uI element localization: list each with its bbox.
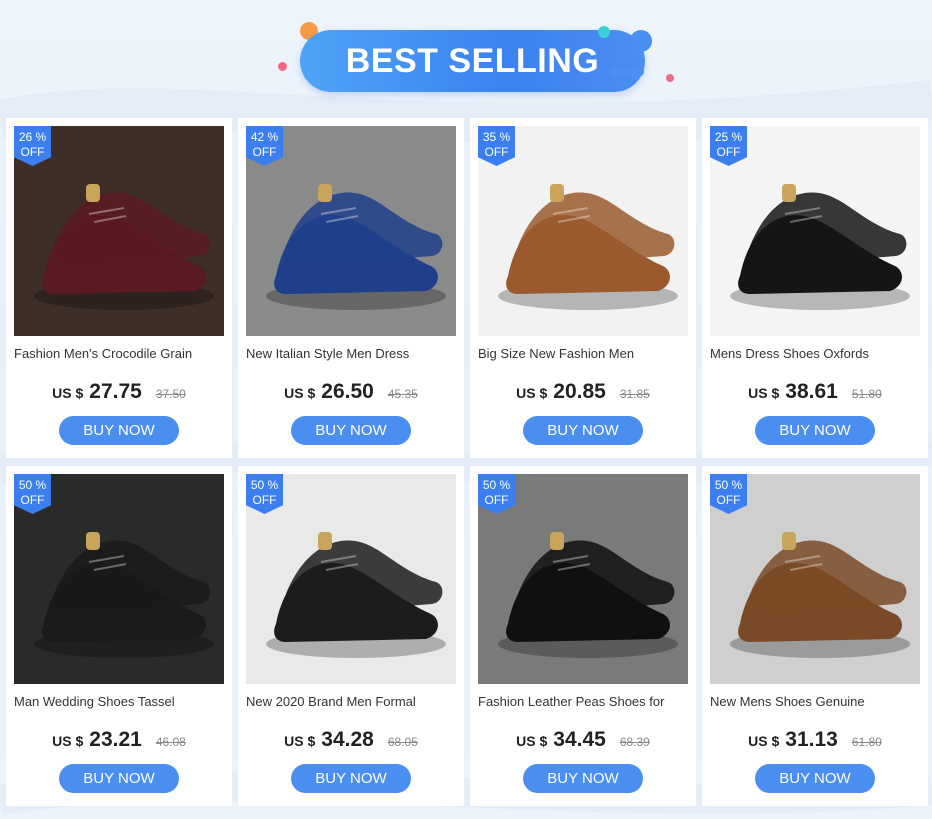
original-price: 31.85 — [619, 387, 650, 401]
discount-percent: 26 % — [18, 130, 47, 144]
discount-off-label: OFF — [716, 493, 741, 507]
original-price: 68.05 — [387, 735, 418, 749]
buy-now-button[interactable]: BUY NOW — [291, 764, 411, 793]
original-price: 37.50 — [155, 387, 186, 401]
price-row: US $ 34.28 68.05 — [246, 728, 456, 754]
buy-now-button[interactable]: BUY NOW — [755, 764, 875, 793]
sale-price: 38.61 — [785, 380, 838, 403]
discount-percent: 35 % — [482, 130, 511, 144]
price-row: US $ 23.21 46.08 — [14, 728, 224, 754]
product-card[interactable]: 25 % OFF Mens Dress Shoes Oxfords US $ 3… — [702, 118, 928, 458]
discount-off-label: OFF — [20, 145, 45, 159]
product-image[interactable]: 50 % OFF — [710, 474, 920, 684]
currency-label: US $ — [516, 385, 548, 401]
discount-off-label: OFF — [20, 493, 45, 507]
original-price: 45.35 — [387, 387, 418, 401]
original-price: 51.80 — [851, 387, 882, 401]
product-name[interactable]: Man Wedding Shoes Tassel — [14, 693, 224, 711]
discount-off-label: OFF — [252, 493, 277, 507]
product-name[interactable]: Fashion Leather Peas Shoes for — [478, 693, 688, 711]
product-image[interactable]: 25 % OFF — [710, 126, 920, 336]
product-card[interactable]: 50 % OFF New 2020 Brand Men Formal US $ … — [238, 466, 464, 806]
product-card[interactable]: 35 % OFF Big Size New Fashion Men US $ 2… — [470, 118, 696, 458]
sale-price: 20.85 — [553, 380, 606, 403]
sale-price: 26.50 — [321, 380, 374, 403]
product-image[interactable]: 50 % OFF — [478, 474, 688, 684]
discount-percent: 50 % — [714, 478, 743, 492]
product-grid: 26 % OFF Fashion Men's Crocodile Grain U… — [6, 118, 928, 810]
original-price: 68.39 — [619, 735, 650, 749]
sale-price: 34.28 — [321, 728, 374, 751]
product-image[interactable]: 35 % OFF — [478, 126, 688, 336]
decor-dash — [610, 68, 644, 76]
currency-label: US $ — [748, 385, 780, 401]
buy-now-button[interactable]: BUY NOW — [59, 764, 179, 793]
discount-percent: 50 % — [250, 478, 279, 492]
currency-label: US $ — [284, 385, 316, 401]
section-header: BEST SELLING — [270, 14, 690, 94]
product-image[interactable]: 42 % OFF — [246, 126, 456, 336]
decor-dot-pink-small — [666, 74, 674, 82]
decor-ring — [628, 44, 640, 56]
product-name[interactable]: Mens Dress Shoes Oxfords — [710, 345, 920, 363]
product-name[interactable]: New 2020 Brand Men Formal — [246, 693, 456, 711]
original-price: 46.08 — [155, 735, 186, 749]
product-name[interactable]: New Italian Style Men Dress — [246, 345, 456, 363]
product-card[interactable]: 42 % OFF New Italian Style Men Dress US … — [238, 118, 464, 458]
currency-label: US $ — [284, 733, 316, 749]
price-row: US $ 34.45 68.39 — [478, 728, 688, 754]
page-title: BEST SELLING — [345, 42, 600, 80]
price-row: US $ 31.13 61.80 — [710, 728, 920, 754]
discount-off-label: OFF — [252, 145, 277, 159]
currency-label: US $ — [52, 733, 84, 749]
product-name[interactable]: Big Size New Fashion Men — [478, 345, 688, 363]
discount-percent: 50 % — [482, 478, 511, 492]
sale-price: 23.21 — [89, 728, 142, 751]
sale-price: 27.75 — [89, 380, 142, 403]
buy-now-button[interactable]: BUY NOW — [291, 416, 411, 445]
discount-off-label: OFF — [484, 145, 509, 159]
discount-percent: 42 % — [250, 130, 279, 144]
product-card[interactable]: 50 % OFF New Mens Shoes Genuine US $ 31.… — [702, 466, 928, 806]
currency-label: US $ — [748, 733, 780, 749]
product-card[interactable]: 26 % OFF Fashion Men's Crocodile Grain U… — [6, 118, 232, 458]
decor-dot-teal — [598, 26, 610, 38]
product-card[interactable]: 50 % OFF Man Wedding Shoes Tassel US $ 2… — [6, 466, 232, 806]
product-name[interactable]: New Mens Shoes Genuine — [710, 693, 920, 711]
price-row: US $ 27.75 37.50 — [14, 380, 224, 406]
sale-price: 31.13 — [785, 728, 838, 751]
product-name[interactable]: Fashion Men's Crocodile Grain — [14, 345, 224, 363]
product-image[interactable]: 50 % OFF — [14, 474, 224, 684]
price-row: US $ 26.50 45.35 — [246, 380, 456, 406]
original-price: 61.80 — [851, 735, 882, 749]
price-row: US $ 20.85 31.85 — [478, 380, 688, 406]
discount-percent: 25 % — [714, 130, 743, 144]
product-image[interactable]: 26 % OFF — [14, 126, 224, 336]
buy-now-button[interactable]: BUY NOW — [59, 416, 179, 445]
discount-percent: 50 % — [18, 478, 47, 492]
buy-now-button[interactable]: BUY NOW — [523, 764, 643, 793]
product-card[interactable]: 50 % OFF Fashion Leather Peas Shoes for … — [470, 466, 696, 806]
price-row: US $ 38.61 51.80 — [710, 380, 920, 406]
product-image[interactable]: 50 % OFF — [246, 474, 456, 684]
sale-price: 34.45 — [553, 728, 606, 751]
buy-now-button[interactable]: BUY NOW — [755, 416, 875, 445]
currency-label: US $ — [52, 385, 84, 401]
decor-dot-pink — [278, 62, 287, 71]
discount-off-label: OFF — [484, 493, 509, 507]
buy-now-button[interactable]: BUY NOW — [523, 416, 643, 445]
discount-off-label: OFF — [716, 145, 741, 159]
currency-label: US $ — [516, 733, 548, 749]
